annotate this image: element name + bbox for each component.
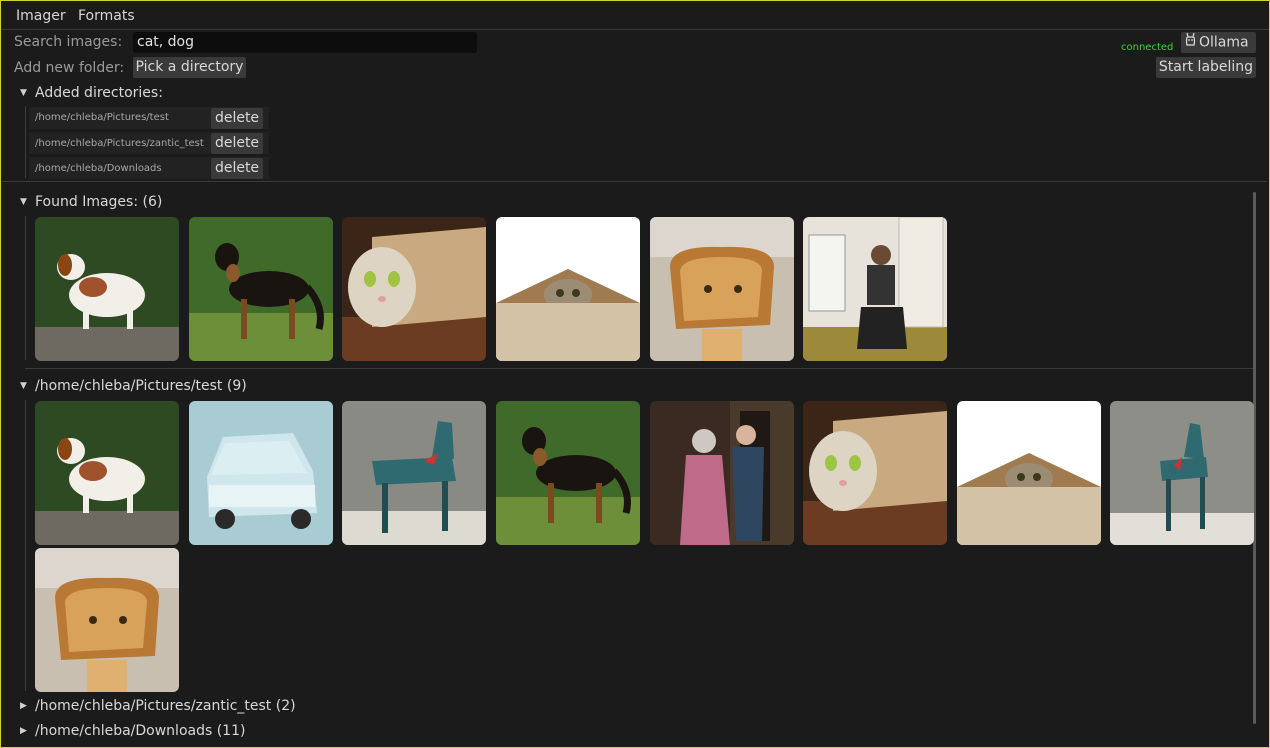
menu-bar: Imager Formats <box>1 1 1269 30</box>
thumbnail-dog-shepherd[interactable] <box>189 217 333 361</box>
thumbnail-dog-brittany[interactable] <box>35 401 179 545</box>
search-input[interactable]: cat, dog <box>133 32 477 53</box>
divider <box>2 181 1267 182</box>
connection-status: connected <box>1121 42 1174 53</box>
thumbnail-people-doorway[interactable] <box>650 401 794 545</box>
thumbnail-dog-brittany[interactable] <box>35 217 179 361</box>
group-title[interactable]: /home/chleba/Downloads (11) <box>35 723 245 739</box>
delete-button[interactable]: delete <box>211 158 263 179</box>
thumbnail-cat-peeking-box[interactable] <box>957 401 1101 545</box>
directory-path: /home/chleba/Pictures/test <box>35 112 169 123</box>
menu-imager[interactable]: Imager <box>16 8 66 24</box>
thumbnail-cat-bread-face[interactable] <box>650 217 794 361</box>
directory-path: /home/chleba/Downloads <box>35 163 162 174</box>
thumbnail-person-kitchen[interactable] <box>803 217 947 361</box>
group-title[interactable]: /home/chleba/Pictures/test (9) <box>35 378 247 394</box>
tree-line <box>25 216 26 360</box>
directory-path: /home/chleba/Pictures/zantic_test <box>35 138 204 149</box>
thumbnail-wooden-horse-2[interactable] <box>1110 401 1254 545</box>
ollama-label: Ollama <box>1199 34 1249 51</box>
thumbnail-dog-shepherd[interactable] <box>496 401 640 545</box>
triangle-right-icon[interactable]: ▶ <box>20 701 27 711</box>
add-folder-label: Add new folder: <box>14 60 125 76</box>
thumbnail-cat-bread-face[interactable] <box>35 548 179 692</box>
divider <box>25 368 1253 369</box>
tree-line <box>25 106 26 178</box>
llama-icon <box>1185 32 1196 53</box>
delete-button[interactable]: delete <box>211 108 263 129</box>
added-directories-title[interactable]: Added directories: <box>35 85 163 101</box>
triangle-right-icon[interactable]: ▶ <box>20 726 27 736</box>
ollama-button[interactable]: Ollama <box>1181 32 1256 53</box>
tree-line <box>25 400 26 691</box>
start-labeling-button[interactable]: Start labeling <box>1156 57 1256 78</box>
found-images-title[interactable]: Found Images: (6) <box>35 194 162 210</box>
delete-button[interactable]: delete <box>211 133 263 154</box>
triangle-down-icon[interactable]: ▼ <box>20 197 27 207</box>
pick-directory-button[interactable]: Pick a directory <box>133 57 246 78</box>
menu-formats[interactable]: Formats <box>78 8 135 24</box>
thumbnail-wooden-horse[interactable] <box>342 401 486 545</box>
thumbnail-cat-paper-roll[interactable] <box>342 217 486 361</box>
thumbnail-cat-peeking-box[interactable] <box>496 217 640 361</box>
thumbnail-cat-paper-roll[interactable] <box>803 401 947 545</box>
triangle-down-icon[interactable]: ▼ <box>20 381 27 391</box>
thumbnail-car-blue[interactable] <box>189 401 333 545</box>
group-title[interactable]: /home/chleba/Pictures/zantic_test (2) <box>35 698 296 714</box>
search-label: Search images: <box>14 34 123 50</box>
triangle-down-icon[interactable]: ▼ <box>20 88 27 98</box>
